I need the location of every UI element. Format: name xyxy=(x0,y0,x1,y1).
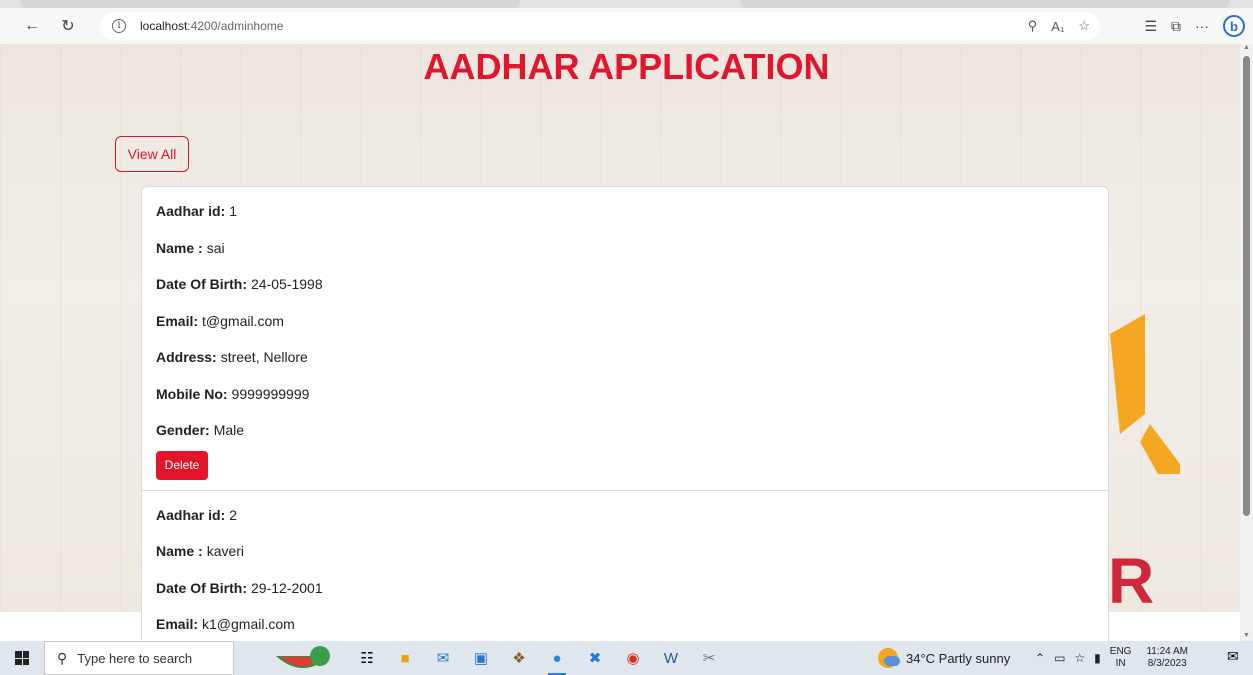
email-field: Email: k1@gmail.com xyxy=(156,616,295,633)
store-icon[interactable]: ▣ xyxy=(464,641,498,675)
bing-chat-icon[interactable]: b xyxy=(1223,15,1245,37)
edge-icon[interactable]: ● xyxy=(540,641,574,675)
word-icon[interactable]: W xyxy=(654,641,688,675)
address-bar[interactable]: i localhost:4200/adminhome ⚲ A₁ ☆ xyxy=(100,12,1100,40)
battery-icon[interactable]: ▭ xyxy=(1054,651,1065,665)
network-icon[interactable]: ☆ xyxy=(1074,651,1085,665)
aadhar-logo-fragment xyxy=(1110,314,1180,474)
aadhar-id-field: Aadhar id: 2 xyxy=(156,506,238,523)
aadhar-id-field: Aadhar id: 1 xyxy=(156,203,238,220)
task-view-icon[interactable]: ☷ xyxy=(350,641,384,675)
delete-button[interactable]: Delete xyxy=(156,450,208,480)
browser-tab[interactable] xyxy=(20,0,520,8)
file-explorer-icon[interactable]: ■ xyxy=(388,641,422,675)
snipping-tool-icon[interactable]: ✂ xyxy=(692,641,726,675)
refresh-icon[interactable]: ↻ xyxy=(54,12,82,40)
mobile-field: Mobile No: 9999999999 xyxy=(156,385,310,402)
tab-strip xyxy=(0,0,1253,8)
volume-icon[interactable]: ▮ xyxy=(1094,651,1101,665)
favorites-list-icon[interactable]: ☰ xyxy=(1144,18,1157,35)
page-scrollbar[interactable]: ▲ ▼ xyxy=(1240,44,1253,641)
scroll-thumb[interactable] xyxy=(1243,56,1250,516)
site-info-icon[interactable]: i xyxy=(112,19,126,33)
partly-sunny-icon xyxy=(878,648,900,668)
windows-logo-icon xyxy=(15,651,29,665)
email-field: Email: t@gmail.com xyxy=(156,312,284,329)
back-arrow-icon[interactable]: ← xyxy=(18,12,46,40)
address-field: Address: street, Nellore xyxy=(156,349,308,366)
chevron-up-icon[interactable]: ⌃ xyxy=(1035,651,1045,665)
windows-taskbar: ⚲ Type here to search ☷ ■ ✉ ▣ ❖ ● ✖ ◉ W … xyxy=(0,641,1253,675)
url-text[interactable]: localhost:4200/adminhome xyxy=(140,19,283,33)
system-tray: ⌃ ▭ ☆ ▮ ENG IN 11:24 AM 8/3/2023 xyxy=(1035,641,1188,675)
notification-icon[interactable]: ✉ xyxy=(1227,648,1245,666)
clock[interactable]: 11:24 AM 8/3/2023 xyxy=(1146,646,1188,670)
taskbar-search[interactable]: ⚲ Type here to search xyxy=(44,641,234,675)
search-icon: ⚲ xyxy=(57,649,68,666)
read-aloud-icon[interactable]: A₁ xyxy=(1051,19,1064,34)
mail-icon[interactable]: ✉ xyxy=(426,641,460,675)
browser-tab[interactable] xyxy=(740,0,1230,8)
records-list: Aadhar id: 1 Name : sai Date Of Birth: 24-0… xyxy=(141,186,1109,641)
page-viewport: R AADHAR APPLICATION View All Aadhar id:… xyxy=(0,44,1253,641)
browser-toolbar: ← ↻ i localhost:4200/adminhome ⚲ A₁ ☆ ☰ … xyxy=(0,8,1253,44)
collections-icon[interactable]: ⧉ xyxy=(1171,18,1181,35)
dob-field: Date Of Birth: 29-12-2001 xyxy=(156,579,323,596)
view-all-button[interactable]: View All xyxy=(115,136,189,172)
language-indicator[interactable]: ENG IN xyxy=(1110,646,1132,670)
vscode-icon[interactable]: ✖ xyxy=(578,641,612,675)
name-field: Name : kaveri xyxy=(156,543,245,560)
key-icon[interactable]: ⚲ xyxy=(1028,18,1038,34)
page-title: AADHAR APPLICATION xyxy=(423,46,830,87)
search-placeholder: Type here to search xyxy=(77,650,193,666)
record-card: Aadhar id: 2 Name : kaveri Date Of Birth: 2… xyxy=(142,491,1108,642)
watermelon-icon[interactable] xyxy=(274,644,332,672)
dob-field: Date Of Birth: 24-05-1998 xyxy=(156,276,323,293)
game-icon[interactable]: ❖ xyxy=(502,641,536,675)
weather-widget[interactable]: 34°C Partly sunny xyxy=(878,641,1010,675)
aadhar-logo-letter: R xyxy=(1108,545,1155,617)
scroll-down-icon[interactable]: ▼ xyxy=(1243,632,1250,639)
record-card: Aadhar id: 1 Name : sai Date Of Birth: 24-0… xyxy=(142,187,1108,491)
gender-field: Gender: Male xyxy=(156,422,245,439)
chrome-icon[interactable]: ◉ xyxy=(616,641,650,675)
weather-text: 34°C Partly sunny xyxy=(906,650,1011,666)
more-menu-icon[interactable]: ··· xyxy=(1195,18,1209,34)
favorite-star-icon[interactable]: ☆ xyxy=(1078,18,1090,34)
start-button[interactable] xyxy=(0,641,44,675)
scroll-up-icon[interactable]: ▲ xyxy=(1243,44,1250,51)
name-field: Name : sai xyxy=(156,239,225,256)
